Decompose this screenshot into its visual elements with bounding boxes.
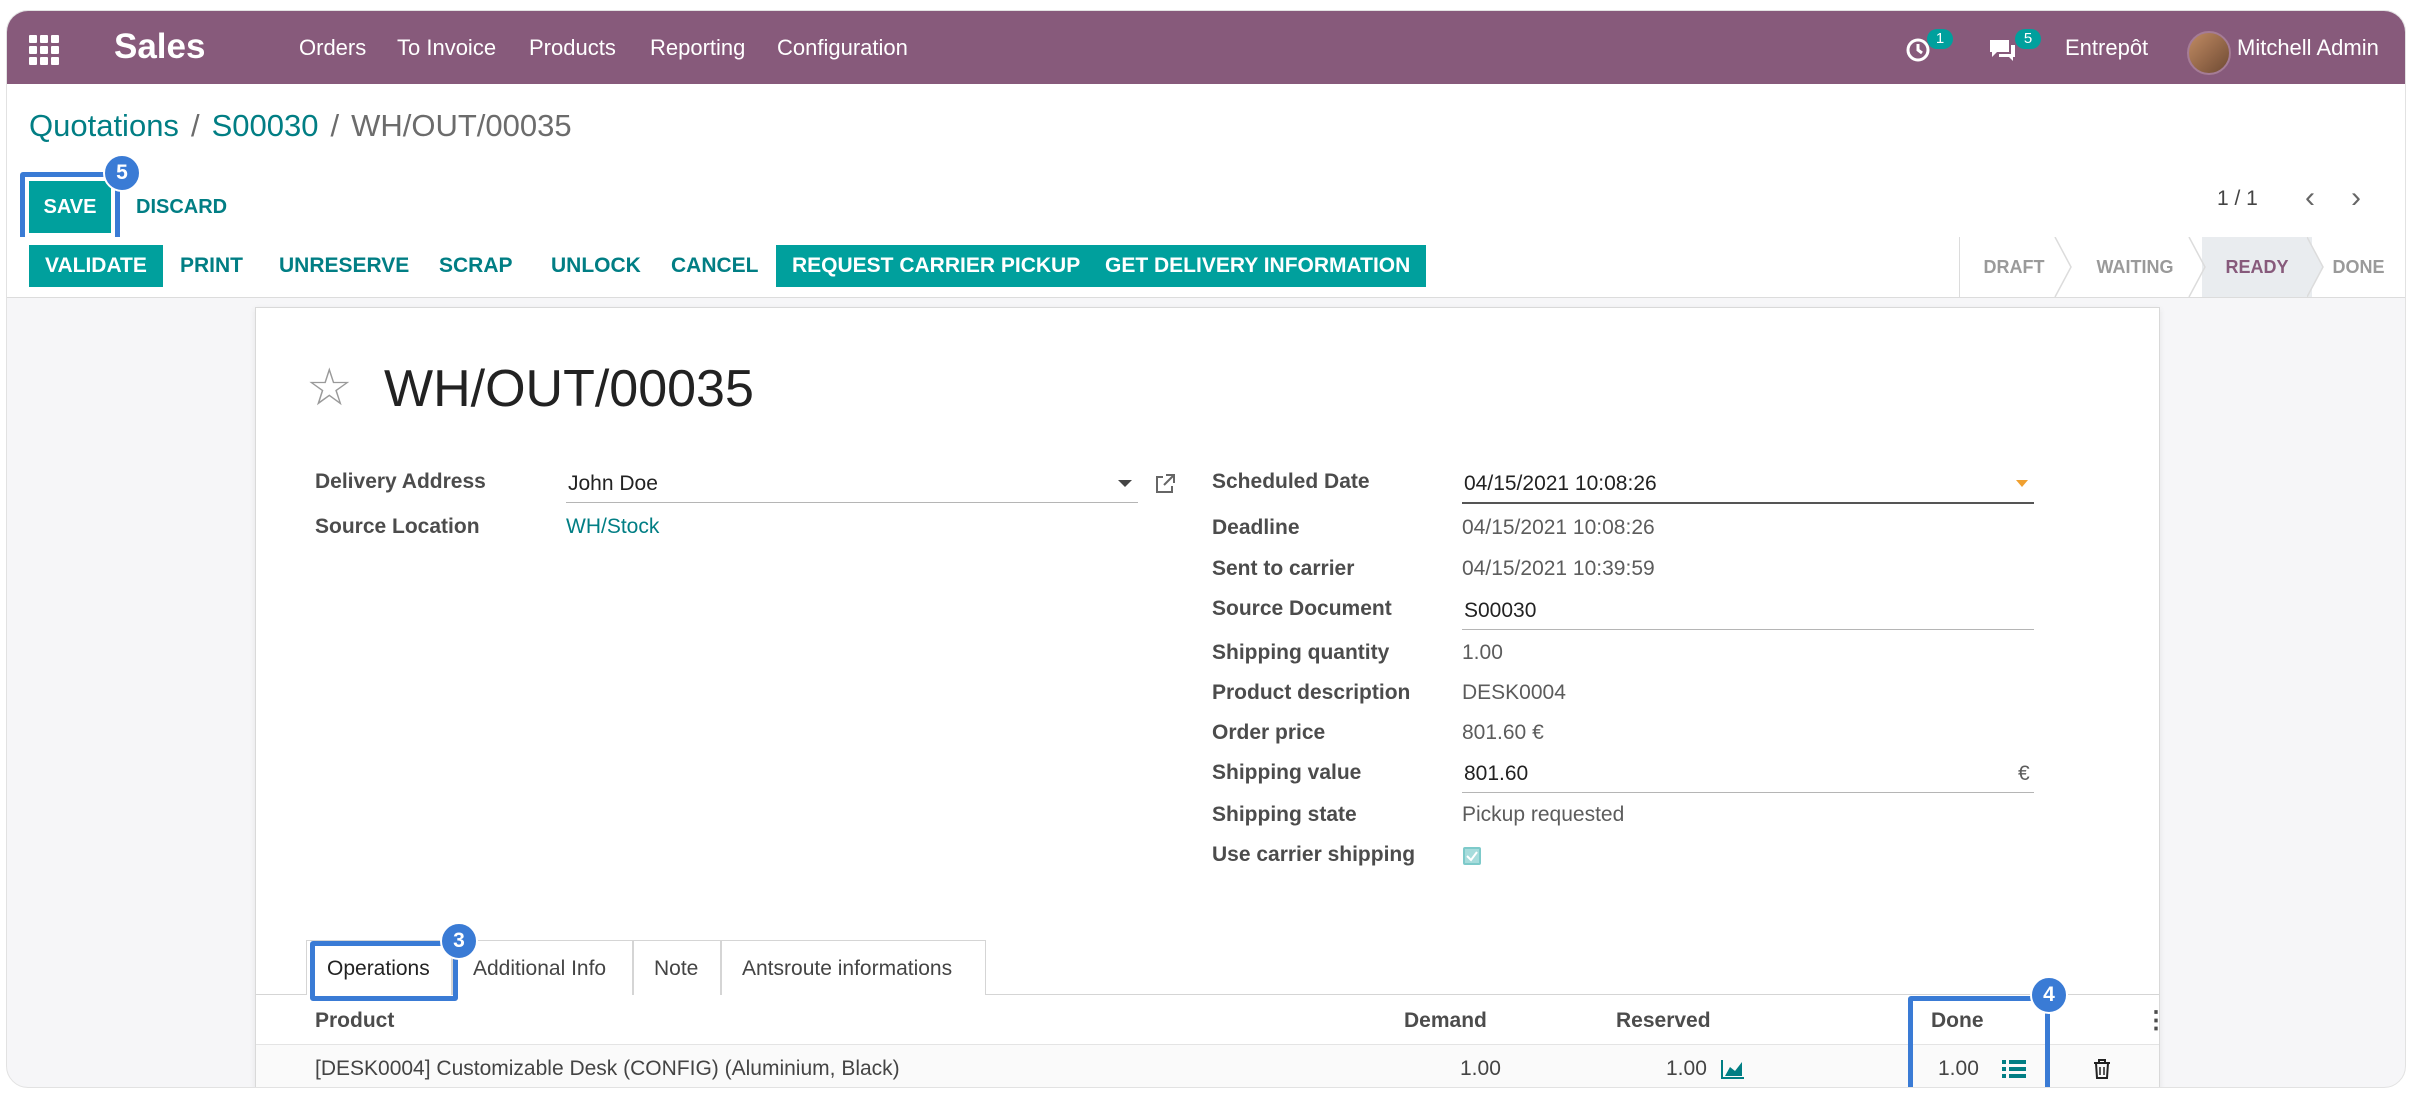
print-button[interactable]: PRINT <box>164 245 259 287</box>
order-price-value: 801.60 € <box>1462 721 1544 744</box>
scheduled-date-label: Scheduled Date <box>1212 470 1370 493</box>
validate-button[interactable]: VALIDATE <box>29 245 163 287</box>
scheduled-date-underline <box>1462 502 2034 504</box>
shipping-value-label: Shipping value <box>1212 761 1362 784</box>
stage-waiting[interactable]: WAITING <box>2068 237 2202 297</box>
stage-arrow-icon <box>2307 237 2324 297</box>
breadcrumb-separator: / <box>190 108 200 143</box>
menu-item-to-invoice[interactable]: To Invoice <box>397 33 496 63</box>
top-navbar: Sales Orders To Invoice Products Reporti… <box>7 11 2405 84</box>
step-badge-save: 5 <box>103 154 141 192</box>
breadcrumb-s00030[interactable]: S00030 <box>212 108 319 143</box>
column-product[interactable]: Product <box>315 998 394 1044</box>
control-panel: Quotations / S00030/WH/OUT/00035 SAVE DISC… <box>7 84 2405 242</box>
shipping-value-currency: € <box>2018 762 2030 785</box>
sent-to-carrier-label: Sent to carrier <box>1212 557 1355 580</box>
product-description-label: Product description <box>1212 681 1411 704</box>
menu-item-products[interactable]: Products <box>529 33 616 63</box>
stage-arrow-icon <box>2054 237 2072 297</box>
optional-columns-icon[interactable]: ⋮ <box>2144 998 2168 1044</box>
scrap-button[interactable]: SCRAP <box>423 245 529 287</box>
menu-item-configuration[interactable]: Configuration <box>777 33 908 63</box>
pager-previous-button[interactable]: ‹ <box>2305 178 2315 218</box>
delivery-address-label: Delivery Address <box>315 470 486 493</box>
request-carrier-pickup-button[interactable]: REQUEST CARRIER PICKUP <box>776 245 1097 287</box>
stage-ready[interactable]: READY <box>2202 237 2312 297</box>
shipping-value-underline <box>1462 792 2034 793</box>
menu-item-orders[interactable]: Orders <box>299 33 366 63</box>
deadline-label: Deadline <box>1212 516 1300 539</box>
delivery-address-input[interactable]: John Doe <box>568 470 658 498</box>
app-window: Sales Orders To Invoice Products Reporti… <box>6 10 2406 1088</box>
deadline-value: 04/15/2021 10:08:26 <box>1462 516 1655 539</box>
trash-icon[interactable] <box>2092 1058 2112 1080</box>
source-document-input[interactable]: S00030 <box>1464 597 1536 625</box>
app-title[interactable]: Sales <box>114 25 205 69</box>
row-reserved-cell[interactable]: 1.00 <box>1666 1046 1707 1087</box>
menu-item-reporting[interactable]: Reporting <box>650 33 745 63</box>
pager-value[interactable]: 1 / 1 <box>2217 184 2258 214</box>
check-icon <box>1466 851 1478 862</box>
caret-down-icon[interactable] <box>1118 478 1132 488</box>
forecast-chart-icon[interactable] <box>1720 1058 1746 1080</box>
messages-count-badge: 5 <box>2015 29 2041 49</box>
source-location-link[interactable]: WH/Stock <box>566 513 659 541</box>
shipping-quantity-value: 1.00 <box>1462 641 1503 664</box>
stage-draft[interactable]: DRAFT <box>1960 237 2068 297</box>
row-demand-cell[interactable]: 1.00 <box>1460 1046 1501 1087</box>
user-menu[interactable]: Mitchell Admin <box>2237 33 2379 63</box>
star-icon[interactable]: ☆ <box>306 360 353 416</box>
get-delivery-information-button[interactable]: GET DELIVERY INFORMATION <box>1089 245 1427 287</box>
company-switcher[interactable]: Entrepôt <box>2065 33 2148 63</box>
product-description-value: DESK0004 <box>1462 681 1566 704</box>
activity-count-badge: 1 <box>1927 29 1953 49</box>
scheduled-date-input[interactable]: 04/15/2021 10:08:26 <box>1464 470 1657 498</box>
tab-additional-info[interactable]: Additional Info <box>452 940 633 995</box>
cancel-button[interactable]: CANCEL <box>655 245 775 287</box>
record-title: WH/OUT/00035 <box>384 360 754 418</box>
tab-note[interactable]: Note <box>633 940 721 995</box>
breadcrumb-quotations[interactable]: Quotations <box>29 108 179 143</box>
breadcrumb-separator: / <box>330 108 340 143</box>
shipping-value-input[interactable]: 801.60 <box>1464 760 1528 788</box>
operations-tab-highlight-box <box>310 941 458 1001</box>
external-link-icon[interactable] <box>1153 472 1177 496</box>
shipping-state-value: Pickup requested <box>1462 803 1625 826</box>
stage-arrow-icon <box>2188 237 2206 297</box>
step-badge-operations: 3 <box>440 922 478 960</box>
form-sheet: ☆ WH/OUT/00035 Delivery Address John Doe… <box>255 307 2168 1087</box>
shipping-state-label: Shipping state <box>1212 803 1357 826</box>
discard-button[interactable]: DISCARD <box>136 181 227 233</box>
order-price-label: Order price <box>1212 721 1326 744</box>
chevron-right-icon: › <box>2351 181 2361 214</box>
sent-to-carrier-value: 04/15/2021 10:39:59 <box>1462 557 1655 580</box>
source-document-label: Source Document <box>1212 597 1392 620</box>
row-product-cell[interactable]: [DESK0004] Customizable Desk (CONFIG) (A… <box>315 1046 900 1087</box>
step-badge-done: 4 <box>2030 976 2068 1014</box>
unlock-button[interactable]: UNLOCK <box>535 245 657 287</box>
breadcrumb-current: WH/OUT/00035 <box>351 108 572 143</box>
activity-button[interactable]: 1 <box>1905 29 1965 65</box>
delivery-address-underline <box>566 502 1138 503</box>
tab-antsroute-informations[interactable]: Antsroute informations <box>721 940 986 995</box>
caret-down-icon[interactable] <box>2016 480 2028 488</box>
apps-grid-icon[interactable] <box>29 35 59 65</box>
chevron-left-icon: ‹ <box>2305 181 2315 214</box>
breadcrumb: Quotations / S00030 / WH/OUT/00035 <box>29 106 572 146</box>
column-demand[interactable]: Demand <box>1404 998 1487 1044</box>
source-document-underline <box>1462 629 2034 630</box>
done-column-highlight-box <box>1908 996 2050 1087</box>
avatar[interactable] <box>2187 31 2231 75</box>
source-location-label: Source Location <box>315 515 480 538</box>
pager-next-button[interactable]: › <box>2351 178 2361 218</box>
chat-icon <box>1990 40 2015 61</box>
unreserve-button[interactable]: UNRESERVE <box>263 245 425 287</box>
status-bar: VALIDATE PRINT UNRESERVE SCRAP UNLOCK CA… <box>7 237 2405 298</box>
use-carrier-shipping-label: Use carrier shipping <box>1212 843 1416 866</box>
column-reserved[interactable]: Reserved <box>1616 998 1711 1044</box>
use-carrier-shipping-checkbox[interactable] <box>1463 847 1481 865</box>
shipping-quantity-label: Shipping quantity <box>1212 641 1390 664</box>
messages-button[interactable]: 5 <box>1987 29 2047 65</box>
